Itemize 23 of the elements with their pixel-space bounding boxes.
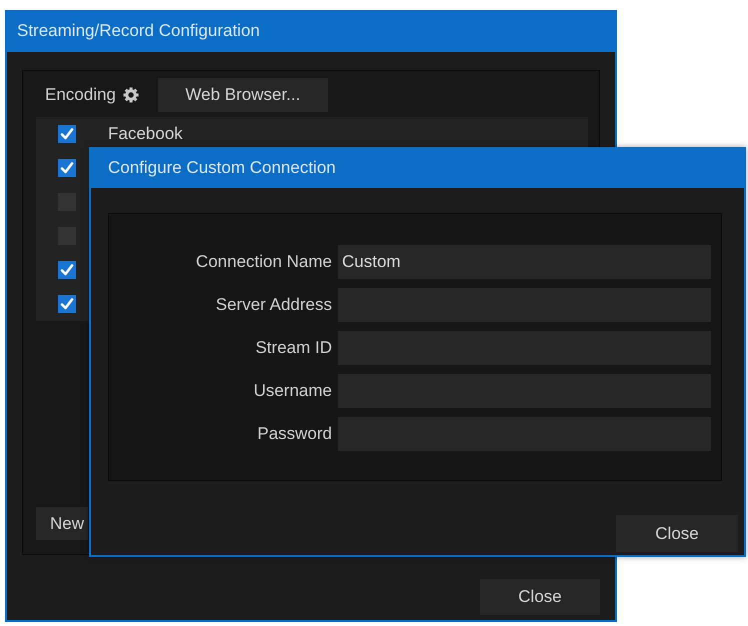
checkmark-icon (60, 263, 74, 277)
checkmark-icon (60, 127, 74, 141)
field-label: Stream ID (255, 338, 332, 358)
gear-icon (122, 86, 140, 104)
field-label: Password (257, 424, 332, 444)
field-label: Server Address (216, 295, 332, 315)
field-label: Connection Name (196, 252, 332, 272)
new-button[interactable]: New (36, 507, 88, 540)
checkmark-icon (60, 161, 74, 175)
checkmark-icon (60, 297, 74, 311)
field-label: Username (254, 381, 332, 401)
checkbox[interactable] (58, 159, 76, 177)
input-field[interactable]: Custom (338, 245, 711, 279)
checkbox[interactable] (58, 261, 76, 279)
window-title: Configure Custom Connection (108, 158, 336, 178)
encoding-button[interactable]: Encoding (41, 78, 144, 112)
connection-name: Facebook (108, 124, 183, 144)
checkbox[interactable] (58, 125, 76, 143)
close-button[interactable]: Close (480, 579, 600, 615)
window-title: Streaming/Record Configuration (17, 21, 260, 41)
web-browser-button[interactable]: Web Browser... (158, 78, 328, 112)
checkbox[interactable] (58, 295, 76, 313)
close-button[interactable]: Close (616, 515, 738, 552)
